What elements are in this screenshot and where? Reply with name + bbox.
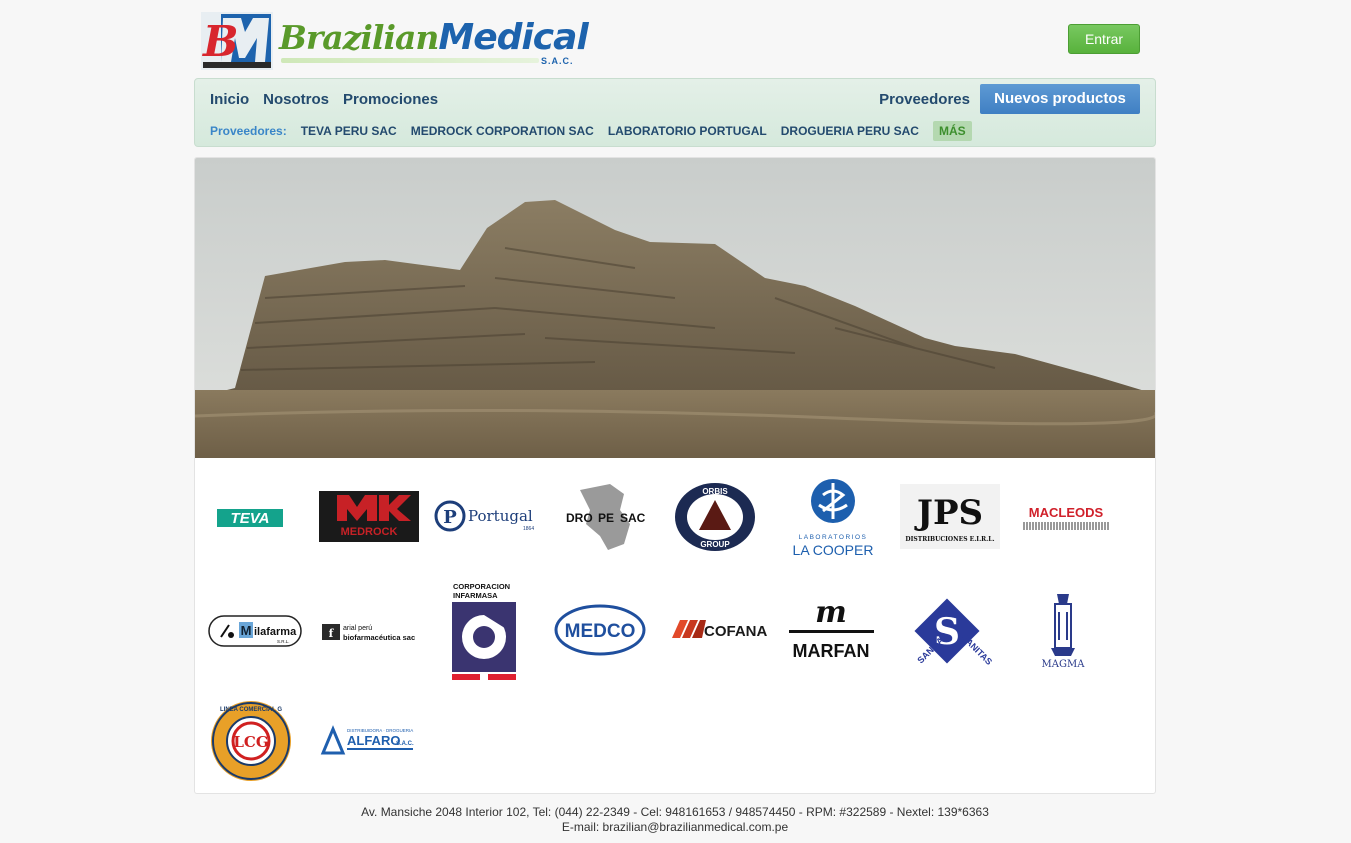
provider-link-teva[interactable]: TEVA PERU SAC — [301, 124, 397, 138]
dropesac-logo-text-1: DRO — [566, 511, 593, 525]
logo-wordmark: BrazilianMedical — [279, 16, 589, 58]
login-button[interactable]: Entrar — [1068, 24, 1140, 54]
lcg-logo[interactable]: LCG LINEA COMERCIAL G — [207, 697, 295, 785]
dropesac-logo-text-3: SAC — [620, 511, 646, 525]
infarmasa-logo-text-1: CORPORACION — [453, 582, 510, 591]
medrock-logo-text: MEDROCK — [341, 526, 398, 538]
logo-swoosh — [281, 58, 539, 63]
nav-link-inicio[interactable]: Inicio — [210, 91, 249, 108]
milafarma-logo-text: ilafarma — [254, 626, 297, 638]
nav-main-links: Inicio Nosotros Promociones — [210, 91, 438, 108]
jps-logo-text: JPS — [914, 493, 983, 533]
cofana-logo-text: COFANA — [704, 623, 768, 640]
orbis-group-logo[interactable]: ORBIS GROUP — [668, 480, 763, 554]
provider-link-drogueria-peru[interactable]: DROGUERIA PERU SAC — [781, 124, 919, 138]
orbis-logo-text-top: ORBIS — [702, 487, 728, 496]
portugal-logo[interactable]: P Portugal 1864 — [433, 497, 537, 535]
teva-logo[interactable]: TEVA — [207, 500, 293, 534]
provider-link-portugal[interactable]: LABORATORIO PORTUGAL — [608, 124, 767, 138]
la-cooper-logo-text: LA COOPER — [793, 542, 874, 558]
la-cooper-logo-top: LABORATORIOS — [799, 534, 868, 541]
medco-logo[interactable]: MEDCO — [550, 601, 651, 658]
medco-logo-text: MEDCO — [565, 621, 636, 642]
site-header: B BrazilianMedical S.A.C. Entrar — [195, 8, 1155, 74]
lcg-logo-ring-text: LINEA COMERCIAL G — [220, 707, 282, 713]
jps-logo-sub: DISTRIBUCIONES E.I.R.L. — [905, 536, 994, 543]
jps-logo[interactable]: JPS DISTRIBUCIONES E.I.R.L. — [900, 484, 1000, 549]
la-cooper-logo[interactable]: LABORATORIOS LA COOPER — [783, 467, 883, 566]
provider-link-medrock[interactable]: MEDROCK CORPORATION SAC — [411, 124, 594, 138]
svg-text:P: P — [443, 507, 457, 528]
alfaro-logo[interactable]: DISTRIBUIDORA · DROGUERIA ALFARO S.A.C. — [319, 723, 419, 759]
footer-address: Av. Mansiche 2048 Interior 102, Tel: (04… — [361, 805, 989, 819]
nav-right-links: Proveedores Nuevos productos — [879, 84, 1140, 114]
biofarma-logo-text: biofarmacéutica sac — [343, 633, 415, 642]
nav-link-promociones[interactable]: Promociones — [343, 91, 438, 108]
macleods-logo-text: MACLEODS — [1029, 505, 1104, 520]
alfaro-logo-text: ALFARO — [347, 733, 400, 748]
nav-link-proveedores[interactable]: Proveedores — [879, 91, 970, 108]
lcg-logo-text: LCG — [233, 733, 268, 751]
magma-logo[interactable]: MAGMA — [1035, 586, 1091, 675]
marfan-logo-text: MARFAN — [793, 641, 870, 661]
providers-label: Proveedores: — [210, 124, 287, 138]
brand-logo[interactable]: B BrazilianMedical S.A.C. — [201, 12, 589, 72]
svg-text:m: m — [815, 595, 847, 630]
svg-text:B: B — [202, 17, 239, 66]
milafarma-logo[interactable]: M ilafarma S.R.L. — [207, 613, 304, 649]
alfaro-logo-sac: S.A.C. — [396, 741, 414, 747]
infarmasa-logo[interactable]: CORPORACION INFARMASA — [448, 580, 518, 684]
medrock-logo[interactable]: MEDROCK — [319, 491, 419, 542]
nav-link-nosotros[interactable]: Nosotros — [263, 91, 329, 108]
milafarma-logo-sub: S.R.L. — [277, 639, 290, 644]
hero-banner-image — [195, 158, 1155, 458]
teva-logo-text: TEVA — [231, 510, 270, 527]
bm-logo-mark-icon: B — [201, 12, 273, 70]
new-products-button[interactable]: Nuevos productos — [980, 84, 1140, 114]
logo-suffix: S.A.C. — [541, 56, 574, 66]
provider-logos-grid: TEVA MEDROCK P Portugal 1864 DRO PE SAC — [195, 458, 1155, 793]
footer-email[interactable]: E-mail: brazilian@brazilianmedical.com.p… — [195, 820, 1155, 835]
marfan-logo[interactable]: m MARFAN — [783, 592, 880, 667]
orbis-logo-text-bottom: GROUP — [700, 540, 730, 549]
portugal-logo-year: 1864 — [523, 526, 534, 532]
sanitas-logo[interactable]: S SANITAS SANITAS — [901, 586, 994, 676]
magma-logo-text: MAGMA — [1042, 659, 1086, 670]
logo-word-medical: Medical — [438, 17, 588, 58]
svg-text:M: M — [241, 623, 252, 638]
providers-subnav: Proveedores: TEVA PERU SAC MEDROCK CORPO… — [210, 121, 972, 141]
content-panel: TEVA MEDROCK P Portugal 1864 DRO PE SAC — [194, 157, 1156, 794]
dropesac-logo[interactable]: DRO PE SAC — [550, 480, 651, 552]
portugal-logo-text: Portugal — [468, 507, 533, 525]
site-footer: Av. Mansiche 2048 Interior 102, Tel: (04… — [195, 805, 1155, 835]
biofarmaceutica-logo[interactable]: f arial perú biofarmacéutica sac — [319, 618, 419, 646]
main-navigation: Inicio Nosotros Promociones Proveedores … — [194, 78, 1156, 147]
infarmasa-logo-text-2: INFARMASA — [453, 591, 498, 600]
logo-word-brazilian: Brazilian — [279, 18, 439, 57]
macleods-logo[interactable]: MACLEODS — [1016, 502, 1116, 533]
providers-more-link[interactable]: MÁS — [932, 121, 972, 141]
biofarma-logo-top: arial perú — [343, 625, 372, 632]
dropesac-logo-text-2: PE — [598, 511, 614, 525]
cofana-logo[interactable]: COFANA — [668, 612, 768, 647]
